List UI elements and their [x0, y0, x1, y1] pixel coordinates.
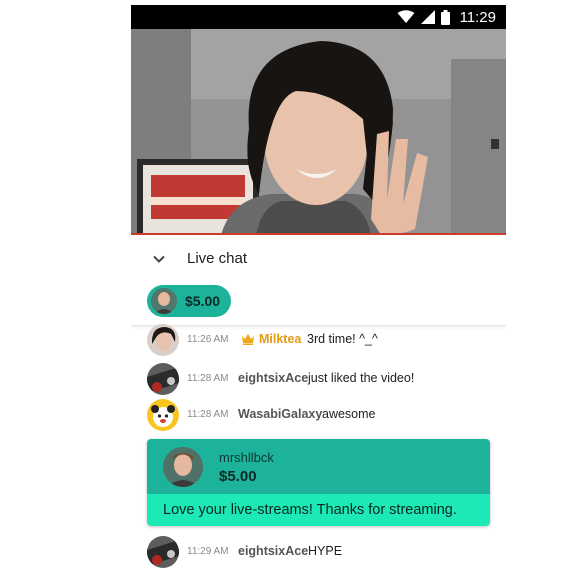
- avatar: [147, 536, 179, 568]
- super-chat-body: Love your live-streams! Thanks for strea…: [147, 494, 490, 526]
- signal-icon: [420, 10, 435, 24]
- status-bar: 11:29: [131, 5, 506, 29]
- chat-message[interactable]: 11:29 AM eightsixAce HYPE: [131, 534, 506, 568]
- battery-icon: [440, 9, 450, 25]
- message-author[interactable]: eightsixAce: [238, 544, 308, 558]
- message-author[interactable]: Milktea: [259, 332, 301, 346]
- avatar: [147, 324, 179, 356]
- message-timestamp: 11:29 AM: [187, 546, 229, 557]
- status-time: 11:29: [459, 8, 496, 26]
- avatar: [147, 363, 179, 395]
- super-chat-card[interactable]: mrshllbck $5.00 Love your live-streams! …: [147, 439, 490, 526]
- message-text: awesome: [322, 407, 376, 421]
- message-text: 3rd time! ^_^: [307, 332, 378, 346]
- message-timestamp: 11:28 AM: [187, 373, 229, 384]
- avatar: [147, 399, 179, 431]
- video-progress-line: [131, 233, 506, 235]
- wifi-icon: [397, 10, 415, 23]
- chat-message[interactable]: 11:26 AM Milktea 3rd time! ^_^: [131, 322, 506, 358]
- video-player[interactable]: [131, 29, 506, 235]
- chat-message[interactable]: 11:28 AM WasabiGalaxy awesome: [131, 397, 506, 433]
- avatar: [151, 288, 177, 314]
- message-text: just liked the video!: [308, 371, 415, 385]
- super-chat-amount: $5.00: [219, 468, 257, 485]
- super-chat-message: Love your live-streams! Thanks for strea…: [163, 502, 457, 518]
- avatar: [163, 447, 203, 487]
- message-timestamp: 11:28 AM: [187, 409, 229, 420]
- message-text: HYPE: [308, 544, 343, 558]
- ticker-amount: $5.00: [185, 293, 221, 309]
- crown-icon: [242, 334, 254, 345]
- video-frame: [131, 29, 506, 235]
- super-chat-ticker-item[interactable]: $5.00: [147, 285, 231, 317]
- ticker-bar: $5.00: [131, 281, 506, 326]
- super-chat-author[interactable]: mrshllbck: [219, 450, 274, 465]
- message-author[interactable]: eightsixAce: [238, 371, 308, 385]
- chevron-down-icon[interactable]: [151, 251, 167, 267]
- chat-message[interactable]: 11:28 AM eightsixAce just liked the vide…: [131, 361, 506, 397]
- message-author[interactable]: WasabiGalaxy: [238, 407, 322, 421]
- chat-title: Live chat: [187, 250, 248, 267]
- super-chat-header: mrshllbck $5.00: [147, 439, 490, 494]
- phone-screen: 11:29 Live chat $5.00 11:26 AM Milktea 3…: [131, 5, 506, 568]
- message-timestamp: 11:26 AM: [187, 334, 229, 345]
- chat-header: Live chat: [131, 237, 506, 281]
